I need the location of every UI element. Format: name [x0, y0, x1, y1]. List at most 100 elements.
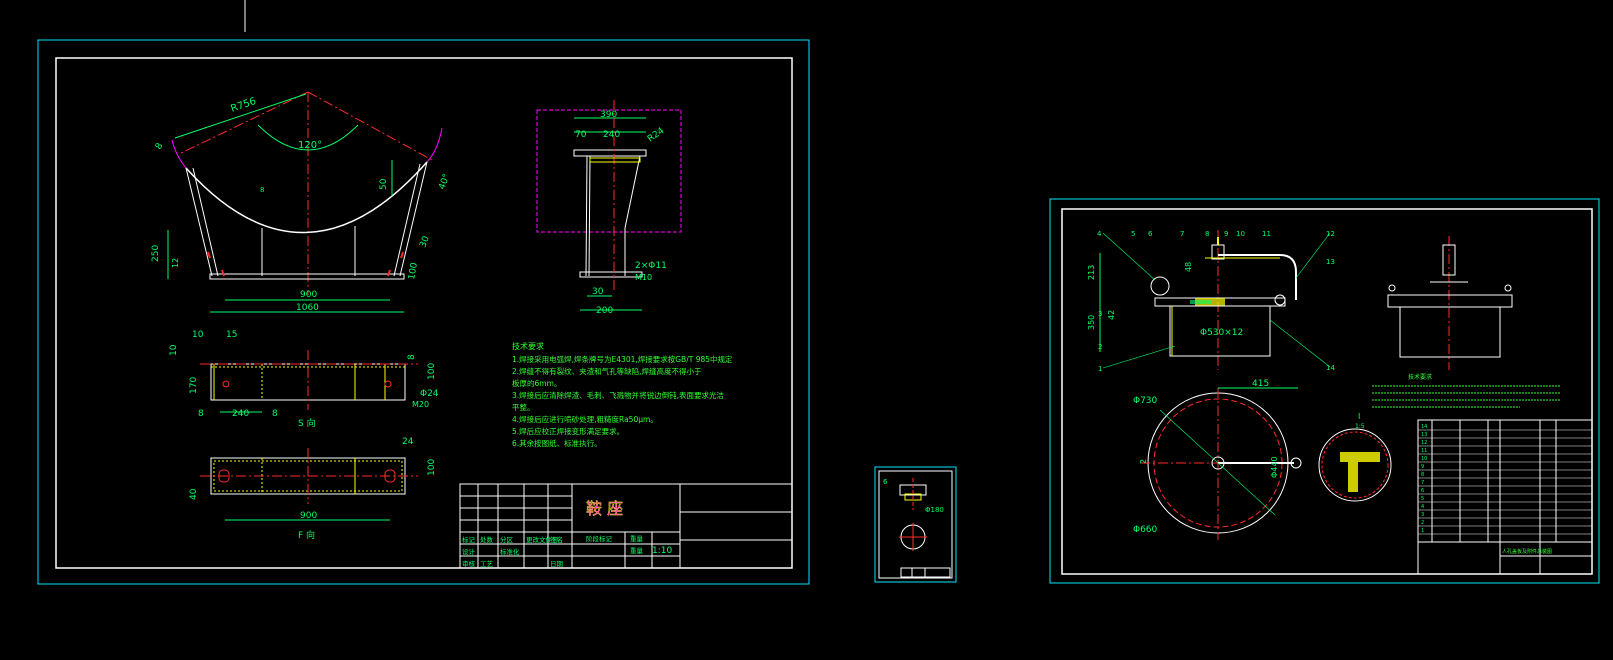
- svg-text:8: 8: [260, 186, 264, 194]
- cad-drawing-canvas[interactable]: R756 120° 250 12 900 1060 50 40° 30 100 …: [0, 0, 1613, 660]
- svg-text:1060: 1060: [296, 303, 319, 313]
- svg-text:I: I: [1358, 412, 1360, 421]
- technical-notes-3: 技术要求: [1372, 373, 1560, 408]
- svg-text:40°: 40°: [437, 173, 452, 191]
- svg-text:日期: 日期: [550, 560, 564, 568]
- title-block-3: 14 13 12 11 10 9 8 7 6 5 4 3 2 1 人孔盖板及附件…: [1417, 419, 1593, 575]
- saddle-front-view: R756 120° 250 12 900 1060 50 40° 30 100 …: [151, 91, 452, 313]
- svg-text:42: 42: [1107, 310, 1116, 320]
- web-left-inner: [192, 167, 219, 277]
- svg-text:7: 7: [1421, 480, 1424, 486]
- svg-text:4: 4: [1421, 504, 1424, 510]
- svg-text:50: 50: [379, 178, 389, 190]
- svg-text:100: 100: [407, 262, 420, 281]
- svg-text:12: 12: [171, 258, 180, 268]
- sheet-2[interactable]: 6 Φ180: [874, 466, 957, 583]
- svg-text:1: 1: [1098, 365, 1102, 373]
- svg-text:重量: 重量: [630, 547, 644, 555]
- svg-text:10: 10: [192, 330, 204, 340]
- saddle-plan-f: 24 40 100 900 F 向: [189, 437, 437, 541]
- svg-text:30: 30: [418, 235, 431, 249]
- svg-text:250: 250: [151, 245, 161, 262]
- note-line: 3.焊接后应清除焊渣、毛刺、飞溅物并将锐边倒钝,表面要求光洁: [512, 390, 725, 400]
- svg-text:6: 6: [883, 478, 888, 486]
- svg-text:9: 9: [1421, 464, 1424, 470]
- plan-f-label: F 向: [298, 529, 315, 541]
- saddle-curve: [185, 161, 428, 234]
- svg-text:240: 240: [232, 409, 249, 419]
- angle-text: 120°: [298, 140, 322, 151]
- svg-text:Φ660: Φ660: [1133, 525, 1158, 535]
- note-line: 4.焊接后应进行喷砂处理,粗糙度Ra50μm。: [512, 414, 658, 424]
- svg-text:900: 900: [300, 511, 317, 521]
- svg-text:2: 2: [1139, 459, 1148, 464]
- plan-s-label: S 向: [298, 417, 316, 429]
- svg-text:11: 11: [1262, 230, 1271, 238]
- svg-text:350: 350: [1087, 315, 1096, 330]
- svg-text:4: 4: [1097, 230, 1102, 238]
- web-left: [185, 167, 213, 277]
- svg-text:8: 8: [272, 409, 278, 419]
- sheet-1-frame: [37, 39, 810, 585]
- svg-text:200: 200: [596, 306, 613, 316]
- svg-text:8: 8: [1205, 230, 1209, 238]
- svg-text:12: 12: [1421, 440, 1427, 446]
- centerline-right: [307, 91, 433, 161]
- svg-text:30: 30: [592, 287, 604, 297]
- note-line: 板厚的6mm。: [512, 378, 561, 388]
- base-plate: [209, 273, 405, 280]
- svg-text:415: 415: [1252, 379, 1269, 389]
- svg-text:7: 7: [1180, 230, 1184, 238]
- svg-text:900: 900: [300, 290, 317, 300]
- svg-text:Φ440: Φ440: [1270, 456, 1279, 478]
- svg-text:处数: 处数: [480, 535, 494, 544]
- svg-text:8: 8: [198, 409, 204, 419]
- svg-text:8: 8: [407, 354, 417, 360]
- svg-text:390: 390: [600, 110, 617, 120]
- svg-text:10: 10: [1236, 230, 1245, 238]
- note-line: 2.焊缝不得有裂纹、夹渣和气孔等缺陷,焊缝高度不得小于: [512, 366, 702, 376]
- svg-text:9: 9: [1224, 230, 1228, 238]
- svg-text:8: 8: [1421, 472, 1424, 478]
- technical-notes-1: 技术要求 1.焊接采用电弧焊,焊条牌号为E4301,焊接要求按GB/T 985中…: [512, 341, 733, 448]
- manhole-side-view: [1387, 236, 1513, 370]
- svg-text:10: 10: [169, 344, 179, 356]
- svg-text:6: 6: [1148, 230, 1153, 238]
- svg-text:重量: 重量: [630, 535, 644, 543]
- sheet-1-border: [55, 57, 793, 569]
- svg-text:2: 2: [1421, 520, 1424, 526]
- svg-text:14: 14: [1421, 424, 1427, 430]
- svg-text:100: 100: [427, 459, 437, 476]
- svg-text:3: 3: [1098, 310, 1102, 318]
- title-block-1-text: 鞍 座 标记 处数 分区 更改文件号 签名 阶段标记 重量 设计 标准化 审核 …: [462, 499, 672, 568]
- svg-text:213: 213: [1087, 265, 1096, 280]
- svg-text:Φ24: Φ24: [420, 389, 439, 399]
- svg-text:15: 15: [226, 330, 237, 340]
- saddle-edge-right: [426, 127, 443, 163]
- sheet-3[interactable]: 213 48 350 42 Φ530×12 4 5 6 7 8 9 10 11 …: [1049, 198, 1600, 584]
- note-line: 1.焊接采用电弧焊,焊条牌号为E4301,焊接要求按GB/T 985中规定: [512, 354, 733, 364]
- svg-text:标准化: 标准化: [500, 547, 520, 556]
- web-right: [399, 161, 428, 277]
- manhole-section-view: 213 48 350 42 Φ530×12 4 5 6 7 8 9 10 11 …: [1087, 230, 1335, 373]
- sheet-2-border: [878, 470, 953, 579]
- notes-title: 技术要求: [512, 341, 544, 351]
- saddle-edge-left: [171, 139, 187, 169]
- svg-text:标记: 标记: [462, 535, 476, 544]
- note-line: 6.其余按图纸、标准执行。: [512, 438, 602, 448]
- web-right-inner: [393, 163, 421, 277]
- svg-text:10: 10: [1421, 456, 1427, 462]
- svg-text:工艺: 工艺: [480, 560, 494, 568]
- svg-text:8: 8: [154, 141, 166, 151]
- bom-rows: 14 13 12 11 10 9 8 7 6 5 4 3 2 1: [1421, 424, 1427, 534]
- svg-text:13: 13: [1326, 258, 1335, 266]
- svg-text:R24: R24: [646, 126, 666, 145]
- svg-text:48: 48: [1184, 262, 1193, 272]
- sheet-1[interactable]: R756 120° 250 12 900 1060 50 40° 30 100 …: [37, 39, 810, 585]
- svg-text:1: 1: [1421, 528, 1424, 534]
- svg-text:Φ180: Φ180: [925, 506, 944, 514]
- svg-text:审核: 审核: [462, 559, 476, 568]
- svg-text:技术要求: 技术要求: [1408, 373, 1432, 381]
- svg-text:M10: M10: [635, 273, 652, 282]
- note-line: 5.焊后应校正焊接变形满足要求。: [512, 426, 624, 436]
